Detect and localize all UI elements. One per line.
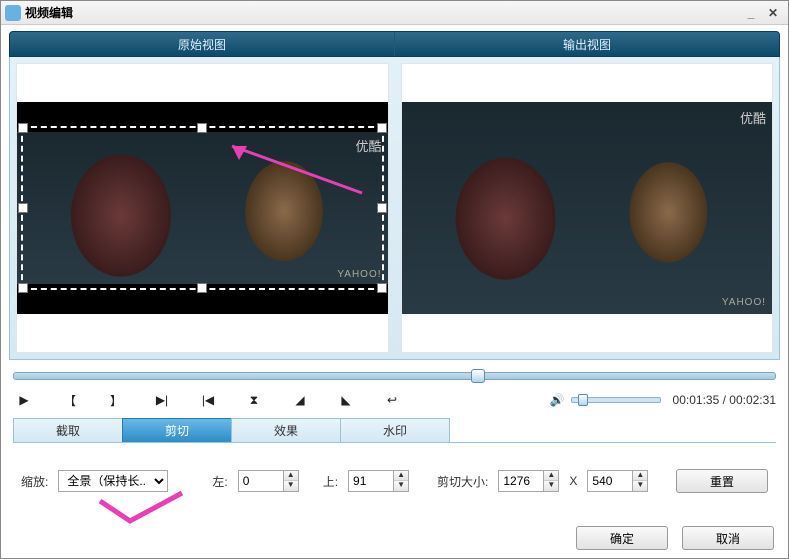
tab-watermark[interactable]: 水印: [340, 418, 450, 442]
crop-handle-br[interactable]: [377, 283, 387, 293]
crop-handle-bc[interactable]: [197, 283, 207, 293]
top-label: 上:: [323, 473, 338, 490]
timeline-slider[interactable]: [13, 372, 776, 380]
left-down[interactable]: ▼: [284, 481, 298, 491]
tab-clip[interactable]: 截取: [13, 418, 123, 442]
crop-handle-ml[interactable]: [18, 203, 28, 213]
crop-handle-mr[interactable]: [377, 203, 387, 213]
tab-effect[interactable]: 效果: [231, 418, 341, 442]
playback-controls: ▶ 【 】 ▶| |◀ ⧗ ◢ ◣ ↩ 🔊 00:01:35 / 00:02:3…: [13, 392, 776, 408]
titlebar: 视频编辑 _ ✕: [1, 1, 788, 25]
ok-button[interactable]: 确定: [576, 526, 668, 550]
crop-width-input[interactable]: [498, 470, 544, 492]
play-button[interactable]: ▶: [13, 392, 35, 408]
crop-rectangle[interactable]: [21, 126, 384, 290]
mark-in-button[interactable]: 【: [59, 392, 81, 408]
left-label: 左:: [212, 473, 227, 490]
volume-knob[interactable]: [578, 394, 588, 406]
croph-down[interactable]: ▼: [633, 481, 647, 491]
prev-frame-button[interactable]: |◀: [197, 392, 219, 408]
view-header: 原始视图 输出视图: [9, 31, 780, 57]
speed-button[interactable]: ⧗: [243, 392, 265, 408]
annotation-check-icon: [96, 491, 186, 527]
timeline-knob[interactable]: [471, 369, 485, 383]
crop-handle-tc[interactable]: [197, 123, 207, 133]
timecode: 00:01:35 / 00:02:31: [673, 393, 776, 407]
speaker-icon[interactable]: 🔊: [550, 393, 565, 407]
header-tab-original[interactable]: 原始视图: [10, 32, 395, 56]
site-watermark: 优酷: [740, 108, 766, 127]
crop-height-input[interactable]: [587, 470, 633, 492]
original-video[interactable]: 优酷 YAHOO!: [17, 102, 388, 314]
reset-button[interactable]: 重置: [676, 469, 768, 493]
undo-button[interactable]: ↩: [381, 392, 403, 408]
mark-out-button[interactable]: 】: [105, 392, 127, 408]
tab-crop[interactable]: 剪切: [122, 418, 232, 442]
cancel-button[interactable]: 取消: [682, 526, 774, 550]
cropsize-label: 剪切大小:: [437, 473, 488, 490]
dialog-footer: 确定 取消: [576, 526, 774, 550]
output-video: 优酷 YAHOO!: [402, 102, 773, 314]
crop-handle-tl[interactable]: [18, 123, 28, 133]
window-title: 视频编辑: [25, 4, 73, 21]
flip-h-button[interactable]: ◢: [289, 392, 311, 408]
output-view: 优酷 YAHOO!: [401, 63, 774, 353]
top-down[interactable]: ▼: [394, 481, 408, 491]
top-input[interactable]: [348, 470, 394, 492]
flip-v-button[interactable]: ◣: [335, 392, 357, 408]
preview-area: 优酷 YAHOO! 优酷 YAHOO!: [9, 57, 780, 360]
zoom-label: 缩放:: [21, 473, 48, 490]
app-icon: [5, 5, 21, 21]
original-view: 优酷 YAHOO!: [16, 63, 389, 353]
edit-tabs: 截取 剪切 效果 水印: [13, 418, 776, 443]
left-input[interactable]: [238, 470, 284, 492]
header-tab-output[interactable]: 输出视图: [395, 32, 779, 56]
next-frame-button[interactable]: ▶|: [151, 392, 173, 408]
crop-handle-tr[interactable]: [377, 123, 387, 133]
crop-x-label: X: [569, 474, 577, 488]
close-button[interactable]: ✕: [762, 5, 784, 21]
minimize-button[interactable]: _: [740, 5, 762, 21]
crop-form: 缩放: 全景（保持长... 左: ▲▼ 上: ▲▼ 剪切大小: ▲▼ X ▲▼ …: [21, 469, 768, 493]
logo-watermark: YAHOO!: [722, 297, 766, 308]
volume-slider[interactable]: [571, 397, 661, 403]
zoom-select[interactable]: 全景（保持长...: [58, 470, 168, 492]
crop-handle-bl[interactable]: [18, 283, 28, 293]
cropw-down[interactable]: ▼: [544, 481, 558, 491]
